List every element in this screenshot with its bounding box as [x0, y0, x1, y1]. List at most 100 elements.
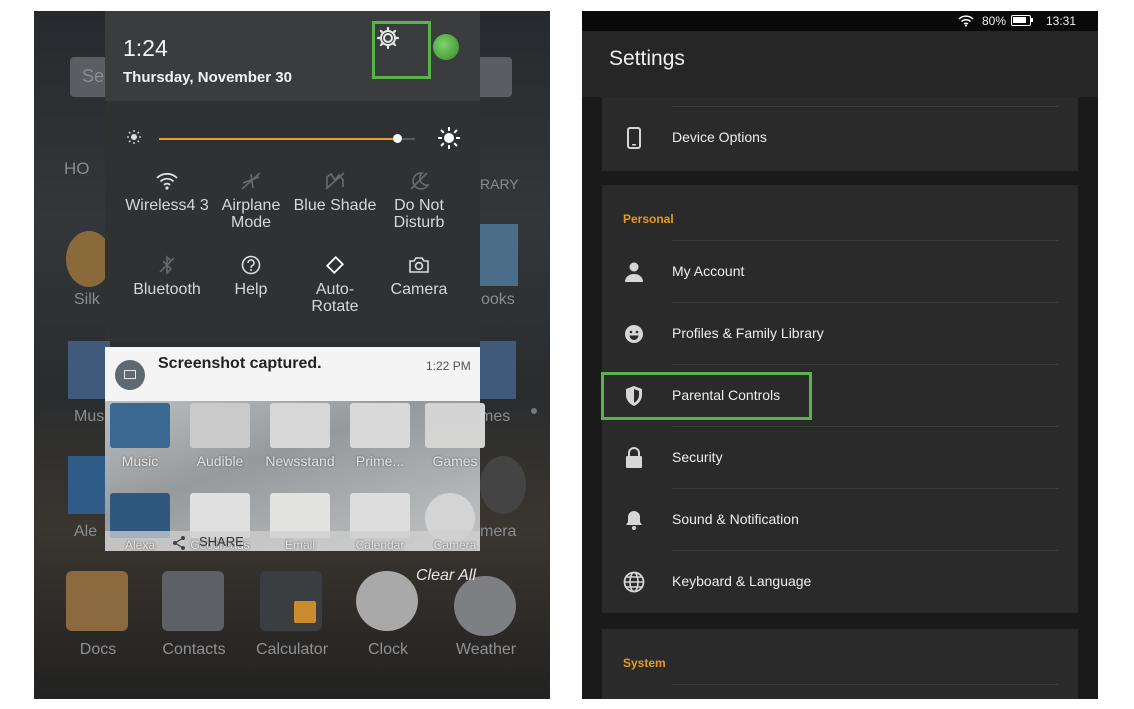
dock-label-clock: Clock	[367, 641, 408, 658]
screenshot-notification[interactable]: Screenshot captured. 1:22 PM	[105, 347, 480, 401]
airplane-icon	[241, 172, 261, 190]
section-header-system: System	[623, 656, 666, 670]
share-icon	[173, 536, 185, 550]
battery-icon	[1011, 15, 1033, 26]
battery-percent: 80%	[982, 14, 1007, 28]
settings-item-profiles[interactable]: Profiles & Family Library	[602, 303, 1078, 365]
app-label-newsstand: Newsstand	[265, 453, 335, 469]
parental-controls-highlight-box	[601, 372, 812, 420]
bluetooth-icon	[159, 255, 175, 275]
clock-time: 1:24	[123, 35, 168, 61]
clear-all-button[interactable]: Clear All	[416, 567, 476, 585]
app-label-music: Music	[121, 453, 159, 469]
blue-shade-icon	[325, 172, 345, 190]
quick-tile-wifi-label: Wireless4 3	[125, 197, 209, 214]
screenshot-app-icon	[115, 360, 145, 390]
person-icon	[625, 262, 643, 282]
library-tab-fragment: RARY	[480, 176, 519, 192]
settings-item-label: Keyboard & Language	[672, 573, 812, 589]
dock-label-contacts: Contacts	[162, 641, 226, 658]
status-time: 13:31	[1046, 14, 1077, 28]
settings-item-label: Security	[672, 449, 723, 465]
quick-tile-airplane-label: Airplane Mode	[221, 197, 281, 231]
search-bar-fragment: Se	[82, 66, 105, 86]
system-card: System	[602, 629, 1078, 699]
app-label-audible: Audible	[196, 453, 244, 469]
brightness-slider-fill	[159, 138, 398, 140]
quick-tile-airplane[interactable]: Airplane Mode	[209, 171, 293, 231]
dock-label-weather: Weather	[455, 641, 517, 658]
page-indicator-dot	[531, 408, 537, 414]
weather-icon[interactable]	[454, 576, 516, 636]
settings-item-label: Sound & Notification	[672, 511, 799, 527]
settings-item-keyboard-language[interactable]: Keyboard & Language	[602, 551, 1078, 613]
quick-settings-panel: 1:24 Thursday, November 30 Wireless4 3 A…	[105, 11, 480, 341]
prime-app-icon[interactable]	[350, 403, 410, 448]
home-tab-fragment: HO	[64, 159, 90, 178]
do-not-disturb-icon	[410, 172, 430, 190]
settings-item-my-account[interactable]: My Account	[602, 241, 1078, 303]
quick-tile-bluetooth-label: Bluetooth	[133, 281, 201, 298]
audible-app-icon[interactable]	[190, 403, 250, 448]
quick-tile-camera[interactable]: Camera	[377, 255, 461, 298]
quick-tile-auto-rotate-label: Auto-Rotate	[311, 281, 359, 315]
camera-icon	[409, 257, 429, 273]
settings-title-bar: Settings	[582, 31, 1098, 97]
quick-tile-blue-shade[interactable]: Blue Shade	[293, 171, 377, 214]
docs-icon[interactable]	[66, 571, 128, 631]
books-label: ooks	[481, 291, 515, 308]
app-label-games: Games	[432, 453, 478, 469]
settings-screen: 80% 13:31 Settings Device Options Person…	[582, 11, 1098, 699]
quick-tile-do-not-disturb[interactable]: Do Not Disturb	[377, 171, 461, 231]
clock-icon[interactable]	[356, 571, 418, 631]
books-app-icon	[480, 224, 518, 286]
globe-icon	[623, 571, 645, 593]
settings-item-label: My Account	[672, 263, 745, 279]
notification-title: Screenshot captured.	[158, 355, 322, 372]
app-label-camera: Camera	[433, 538, 477, 552]
contacts-icon[interactable]	[162, 571, 224, 631]
music-label-bg: Mus	[74, 408, 105, 425]
help-icon	[241, 255, 261, 275]
divider	[672, 684, 1058, 685]
brightness-slider-thumb[interactable]	[393, 134, 403, 143]
profile-avatar[interactable]	[433, 34, 459, 60]
music-app-icon-bg	[68, 341, 110, 399]
face-icon	[625, 325, 643, 343]
clock-date: Thursday, November 30	[123, 69, 292, 86]
quick-tile-help[interactable]: Help	[209, 255, 293, 298]
quick-tile-bluetooth[interactable]: Bluetooth	[125, 255, 209, 298]
quick-tile-do-not-disturb-label: Do Not Disturb	[393, 197, 445, 231]
phone-icon	[627, 127, 641, 149]
app-label-alexa: Alexa	[124, 538, 156, 552]
lock-icon	[626, 447, 642, 468]
wifi-status-icon	[958, 15, 974, 27]
device-card: Device Options	[602, 97, 1078, 171]
dock-label-docs: Docs	[79, 641, 117, 658]
quick-tile-wifi[interactable]: Wireless4 3	[125, 171, 209, 214]
calculator-icon[interactable]	[260, 571, 322, 631]
bell-icon	[626, 511, 642, 530]
alexa-label-bg: Ale	[74, 523, 98, 540]
quick-tile-auto-rotate[interactable]: Auto-Rotate	[293, 255, 377, 315]
music-app-icon[interactable]	[110, 403, 170, 448]
quick-tile-help-label: Help	[234, 281, 268, 298]
games-app-icon[interactable]	[425, 403, 485, 448]
page-title: Settings	[609, 47, 685, 70]
screenshot-preview: Music Audible Newsstand Prime... Games A…	[105, 401, 485, 552]
games-app-icon-bg	[480, 341, 516, 399]
status-bar: 80% 13:31	[582, 11, 1098, 31]
silk-label: Silk	[74, 291, 100, 308]
settings-item-device-options[interactable]: Device Options	[602, 107, 1078, 169]
brightness-slider-track[interactable]	[159, 134, 415, 143]
brightness-high-icon	[438, 127, 460, 149]
settings-item-sound-notification[interactable]: Sound & Notification	[602, 489, 1078, 551]
section-header-personal: Personal	[623, 212, 674, 226]
brightness-low-icon	[127, 130, 141, 144]
settings-item-label: Device Options	[672, 129, 767, 145]
quick-tile-camera-label: Camera	[390, 281, 448, 298]
newsstand-app-icon[interactable]	[270, 403, 330, 448]
settings-item-security[interactable]: Security	[602, 427, 1078, 489]
wifi-icon	[156, 172, 178, 190]
notification-time: 1:22 PM	[426, 359, 471, 373]
